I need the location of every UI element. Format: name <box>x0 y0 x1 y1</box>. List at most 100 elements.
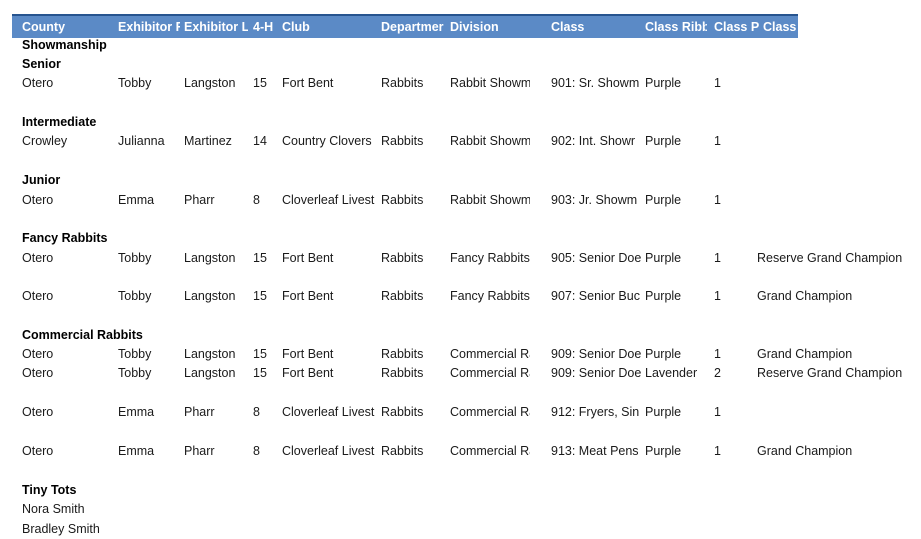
cell-ribbon: Purple <box>645 251 682 265</box>
group-header-label: Showmanship <box>22 38 107 52</box>
cell-last: Langston <box>184 289 236 303</box>
cell-age: 8 <box>253 193 260 207</box>
cell-first: Emma <box>118 444 155 458</box>
cell-ribbon: Purple <box>645 76 682 90</box>
group-header-label: Senior <box>22 57 61 71</box>
cell-ribbon: Lavender <box>645 366 698 380</box>
cell-county: Otero <box>22 405 54 419</box>
cell-age: 8 <box>253 444 260 458</box>
cell-last: Langston <box>184 251 236 265</box>
cell-last: Langston <box>184 76 236 90</box>
cell-class: 909: Senior Doе <box>551 347 642 361</box>
cell-division: Commercial Rab <box>450 366 530 380</box>
cell-last: Langston <box>184 347 236 361</box>
cell-division: Rabbit Showmai <box>450 134 530 148</box>
column-header-dept[interactable]: Departmer <box>381 19 444 35</box>
cell-club: Cloverleaf Livest <box>282 405 375 419</box>
column-header-first[interactable]: Exhibitor F <box>118 19 180 35</box>
cell-placing: 1 <box>714 251 721 265</box>
cell-age: 15 <box>253 347 267 361</box>
column-header-age[interactable]: 4-H <box>253 19 279 35</box>
cell-dept: Rabbits <box>381 134 424 148</box>
cell-division: Rabbit Showmai <box>450 76 530 90</box>
cell-division: Commercial Rab <box>450 444 530 458</box>
cell-placing: 2 <box>714 366 721 380</box>
cell-award: Grand Champion <box>757 347 853 361</box>
list-item: Nora Smith <box>22 502 85 516</box>
group-header-label: Commercial Rabbits <box>22 328 143 342</box>
cell-dept: Rabbits <box>381 405 424 419</box>
cell-first: Julianna <box>118 134 165 148</box>
cell-club: Fort Bent <box>282 347 334 361</box>
cell-last: Pharr <box>184 405 215 419</box>
cell-club: Fort Bent <box>282 76 334 90</box>
cell-first: Tobby <box>118 251 152 265</box>
cell-placing: 1 <box>714 347 721 361</box>
cell-county: Otero <box>22 76 54 90</box>
cell-dept: Rabbits <box>381 76 424 90</box>
cell-class: 902: Int. Showr <box>551 134 636 148</box>
column-header-division[interactable]: Division <box>450 19 545 35</box>
cell-first: Tobby <box>118 347 152 361</box>
cell-placing: 1 <box>714 444 721 458</box>
cell-class: 901: Sr. Showm <box>551 76 640 90</box>
cell-age: 15 <box>253 76 267 90</box>
group-header-label: Tiny Tots <box>22 483 77 497</box>
column-header-club[interactable]: Club <box>282 19 382 35</box>
cell-age: 8 <box>253 405 260 419</box>
cell-placing: 1 <box>714 76 721 90</box>
cell-age: 15 <box>253 289 267 303</box>
cell-last: Martinez <box>184 134 232 148</box>
cell-placing: 1 <box>714 289 721 303</box>
cell-award: Grand Champion <box>757 289 853 303</box>
cell-last: Pharr <box>184 444 215 458</box>
cell-ribbon: Purple <box>645 405 682 419</box>
cell-ribbon: Purple <box>645 289 682 303</box>
cell-club: Cloverleaf Livest <box>282 444 375 458</box>
column-header-ribbon[interactable]: Class Ribbc <box>645 19 707 35</box>
cell-county: Crowley <box>22 134 68 148</box>
cell-class: 903: Jr. Showm <box>551 193 638 207</box>
cell-division: Fancy Rabbits <box>450 289 530 303</box>
column-header-county[interactable]: County <box>22 19 122 35</box>
cell-placing: 1 <box>714 193 721 207</box>
cell-dept: Rabbits <box>381 444 424 458</box>
cell-class: 907: Senior Buc <box>551 289 640 303</box>
cell-county: Otero <box>22 347 54 361</box>
cell-division: Fancy Rabbits <box>450 251 530 265</box>
cell-club: Fort Bent <box>282 289 334 303</box>
cell-placing: 1 <box>714 134 721 148</box>
cell-placing: 1 <box>714 405 721 419</box>
cell-dept: Rabbits <box>381 347 424 361</box>
cell-club: Fort Bent <box>282 366 334 380</box>
cell-class: 912: Fryers, Sin <box>551 405 640 419</box>
cell-dept: Rabbits <box>381 366 424 380</box>
cell-ribbon: Purple <box>645 347 682 361</box>
cell-county: Otero <box>22 444 54 458</box>
cell-first: Emma <box>118 405 155 419</box>
cell-ribbon: Purple <box>645 444 682 458</box>
cell-division: Rabbit Showmai <box>450 193 530 207</box>
column-header-last[interactable]: Exhibitor L <box>184 19 248 35</box>
group-header-label: Fancy Rabbits <box>22 231 108 245</box>
list-item: Bradley Smith <box>22 522 100 536</box>
results-sheet: County Exhibitor F Exhibitor L 4-H Club Depa… <box>0 0 921 539</box>
cell-first: Tobby <box>118 76 152 90</box>
cell-first: Tobby <box>118 366 152 380</box>
cell-club: Cloverleaf Livest <box>282 193 375 207</box>
cell-club: Country Clovers <box>282 134 372 148</box>
column-header-class[interactable]: Class <box>551 19 641 35</box>
cell-dept: Rabbits <box>381 289 424 303</box>
cell-last: Pharr <box>184 193 215 207</box>
cell-ribbon: Purple <box>645 134 682 148</box>
cell-first: Tobby <box>118 289 152 303</box>
cell-age: 15 <box>253 366 267 380</box>
column-header-award[interactable]: Class A <box>763 19 809 35</box>
cell-last: Langston <box>184 366 236 380</box>
cell-county: Otero <box>22 251 54 265</box>
cell-division: Commercial Rab <box>450 405 530 419</box>
cell-ribbon: Purple <box>645 193 682 207</box>
cell-award: Reserve Grand Champion <box>757 251 903 265</box>
column-header-placing[interactable]: Class P <box>714 19 760 35</box>
cell-age: 14 <box>253 134 267 148</box>
